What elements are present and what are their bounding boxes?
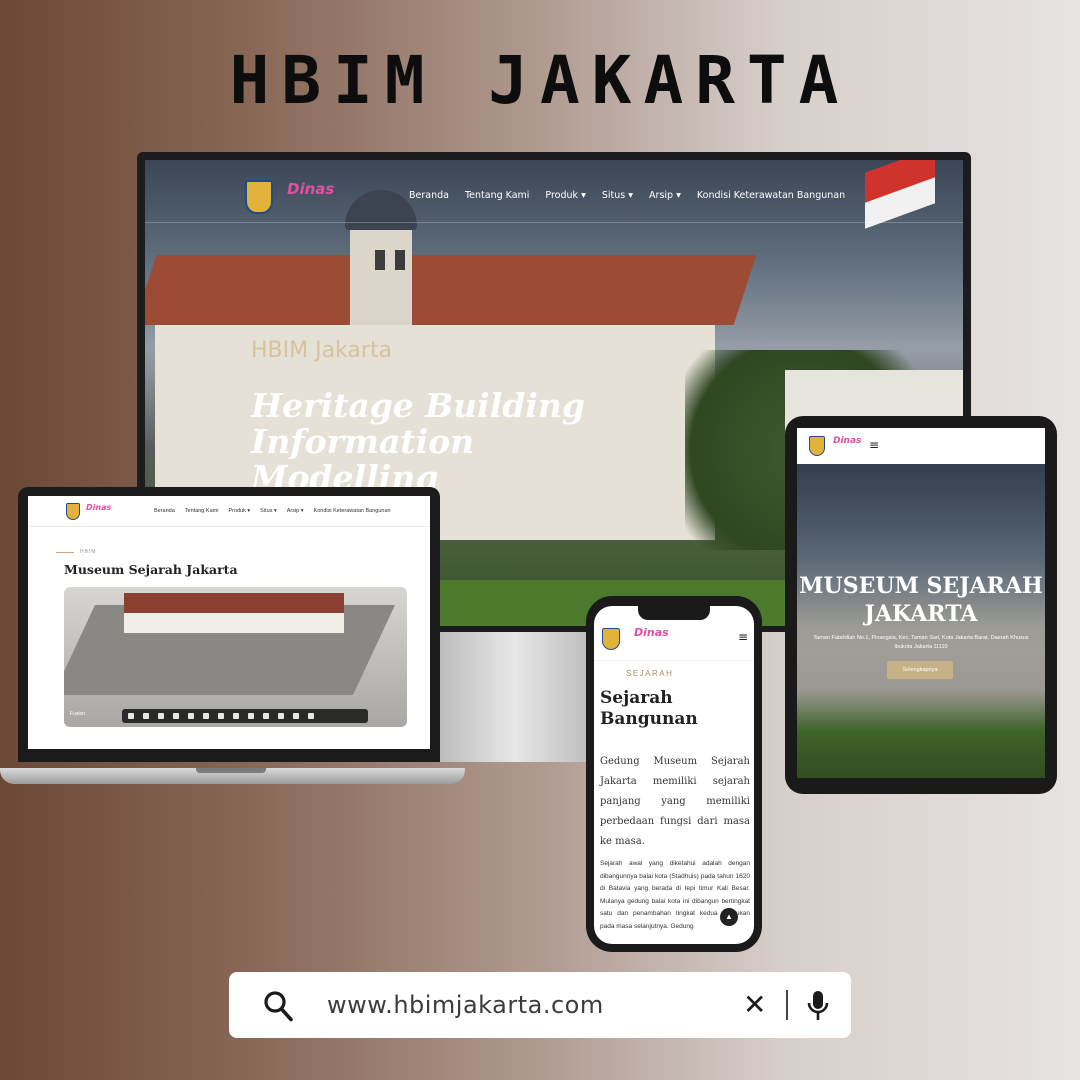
phone-site-screenshot: Dinas ≡ SEJARAH Sejarah Bangunan Gedung … bbox=[594, 606, 754, 944]
laptop-nav-menu: Beranda Tentang Kami Produk ▾ Situs ▾ Ar… bbox=[154, 508, 391, 514]
desktop-nav-menu: Beranda Tentang Kami Produk ▾ Situs ▾ Ar… bbox=[409, 190, 845, 201]
zoom-tool-icon[interactable] bbox=[158, 713, 164, 719]
3d-model-facade bbox=[124, 613, 344, 633]
separator bbox=[786, 990, 788, 1020]
chevron-down-icon: ▾ bbox=[273, 508, 277, 514]
phone-mockup: Dinas ≡ SEJARAH Sejarah Bangunan Gedung … bbox=[586, 596, 762, 952]
microphone-icon[interactable] bbox=[806, 989, 830, 1023]
building-roof bbox=[145, 255, 757, 325]
dinas-kebudayaan-logo[interactable]: Dinas bbox=[634, 626, 669, 639]
chevron-up-icon[interactable]: ▲ bbox=[720, 908, 738, 926]
tablet-mockup: Dinas ≡ MUSEUM SEJARAH JAKARTA Taman Fat… bbox=[785, 416, 1057, 794]
pan-tool-icon[interactable] bbox=[143, 713, 149, 719]
search-icon[interactable] bbox=[263, 990, 293, 1022]
section-kicker: SEJARAH bbox=[626, 669, 674, 678]
section-kicker: HBIM bbox=[80, 549, 97, 555]
phone-navbar: Dinas ≡ bbox=[594, 620, 754, 661]
jakarta-crest-logo[interactable] bbox=[245, 180, 273, 214]
nav-item-beranda[interactable]: Beranda bbox=[154, 508, 175, 514]
3d-model-roof bbox=[124, 593, 344, 615]
hero-kicker: HBIM Jakarta bbox=[251, 338, 393, 363]
dinas-kebudayaan-logo[interactable]: Dinas bbox=[287, 180, 334, 198]
hero-title-line: Heritage Building Information bbox=[251, 386, 585, 461]
nav-item-arsip[interactable]: Arsip ▾ bbox=[649, 190, 681, 201]
3d-model-viewer[interactable]: Fusion bbox=[64, 587, 407, 727]
fullscreen-icon[interactable] bbox=[308, 713, 314, 719]
hero-title: Heritage Building Information Modelling bbox=[251, 388, 771, 496]
tablet-hero-title: MUSEUM SEJARAH JAKARTA bbox=[797, 572, 1045, 628]
chevron-down-icon: ▾ bbox=[581, 190, 586, 201]
chevron-down-icon: ▾ bbox=[676, 190, 681, 201]
settings-icon[interactable] bbox=[278, 713, 284, 719]
nav-label: Arsip bbox=[649, 190, 674, 201]
url-text[interactable]: www.hbimjakarta.com bbox=[327, 991, 604, 1019]
chevron-down-icon: ▾ bbox=[300, 508, 304, 514]
viewer-toolbar bbox=[122, 709, 368, 723]
url-search-bar[interactable]: www.hbimjakarta.com ✕ bbox=[229, 972, 851, 1038]
tablet-site-screenshot: Dinas ≡ MUSEUM SEJARAH JAKARTA Taman Fat… bbox=[797, 428, 1045, 778]
walk-tool-icon[interactable] bbox=[173, 713, 179, 719]
tablet-hero-title-line: JAKARTA bbox=[864, 601, 978, 627]
desktop-navbar: Dinas Beranda Tentang Kami Produk ▾ Situ… bbox=[145, 160, 963, 223]
hamburger-menu-icon[interactable]: ≡ bbox=[738, 630, 748, 644]
nav-label: Produk bbox=[545, 190, 579, 201]
nav-label: Produk bbox=[228, 508, 246, 514]
jakarta-crest-logo[interactable] bbox=[809, 436, 825, 456]
tablet-hero-title-line: MUSEUM SEJARAH bbox=[799, 573, 1043, 599]
close-icon[interactable]: ✕ bbox=[743, 991, 766, 1019]
viewer-brand-label: Fusion bbox=[70, 711, 86, 717]
laptop-site-screenshot: Dinas Beranda Tentang Kami Produk ▾ Situ… bbox=[28, 496, 430, 749]
nav-item-produk[interactable]: Produk ▾ bbox=[228, 508, 250, 514]
chevron-down-icon: ▾ bbox=[247, 508, 251, 514]
building-window bbox=[395, 250, 405, 270]
section-title: Museum Sejarah Jakarta bbox=[64, 562, 238, 577]
properties-icon[interactable] bbox=[263, 713, 269, 719]
dinas-kebudayaan-logo[interactable]: Dinas bbox=[86, 503, 111, 512]
jakarta-crest-logo[interactable] bbox=[602, 628, 620, 650]
laptop-navbar: Dinas Beranda Tentang Kami Produk ▾ Situ… bbox=[28, 496, 430, 527]
orbit-tool-icon[interactable] bbox=[128, 713, 134, 719]
laptop-notch bbox=[196, 768, 266, 773]
explode-tool-icon[interactable] bbox=[233, 713, 239, 719]
nav-item-arsip[interactable]: Arsip ▾ bbox=[287, 508, 304, 514]
phone-notch bbox=[638, 606, 710, 620]
kicker-rule bbox=[56, 552, 74, 553]
nav-label: Situs bbox=[601, 190, 626, 201]
measure-tool-icon[interactable] bbox=[203, 713, 209, 719]
tablet-address: Taman Fatahillah No.1, Pinangsia, Kec. T… bbox=[813, 635, 1029, 650]
section-title: Sejarah Bangunan bbox=[600, 688, 698, 729]
nav-item-tentang-kami[interactable]: Tentang Kami bbox=[465, 190, 529, 201]
model-browser-icon[interactable] bbox=[248, 713, 254, 719]
lead-paragraph: Gedung Museum Sejarah Jakarta memiliki s… bbox=[600, 756, 750, 847]
laptop-mockup: Dinas Beranda Tentang Kami Produk ▾ Situ… bbox=[18, 487, 440, 762]
nav-label: Arsip bbox=[286, 508, 300, 514]
jakarta-crest-logo[interactable] bbox=[66, 503, 80, 520]
building-tower bbox=[350, 215, 412, 325]
dinas-kebudayaan-logo[interactable]: Dinas bbox=[833, 436, 861, 446]
nav-label: Situs bbox=[260, 508, 273, 514]
section-tool-icon[interactable] bbox=[218, 713, 224, 719]
building-window bbox=[375, 250, 385, 270]
page-headline: HBIM JAKARTA bbox=[229, 42, 851, 119]
nav-item-tentang-kami[interactable]: Tentang Kami bbox=[185, 508, 219, 514]
nav-item-produk[interactable]: Produk ▾ bbox=[545, 190, 585, 201]
nav-item-kondisi[interactable]: Kondisi Keterawatan Bangunan bbox=[314, 508, 391, 514]
monitor-stand bbox=[440, 632, 590, 762]
nav-item-kondisi[interactable]: Kondisi Keterawatan Bangunan bbox=[697, 190, 845, 201]
nav-item-situs[interactable]: Situs ▾ bbox=[602, 190, 633, 201]
print-icon[interactable] bbox=[293, 713, 299, 719]
chevron-down-icon: ▾ bbox=[628, 190, 634, 201]
camera-tool-icon[interactable] bbox=[188, 713, 194, 719]
nav-item-beranda[interactable]: Beranda bbox=[409, 190, 449, 201]
nav-item-situs[interactable]: Situs ▾ bbox=[260, 508, 277, 514]
tablet-hero: MUSEUM SEJARAH JAKARTA Taman Fatahillah … bbox=[797, 464, 1045, 778]
selengkapnya-button[interactable]: Selengkapnya bbox=[887, 661, 953, 679]
hamburger-menu-icon[interactable]: ≡ bbox=[869, 438, 879, 452]
